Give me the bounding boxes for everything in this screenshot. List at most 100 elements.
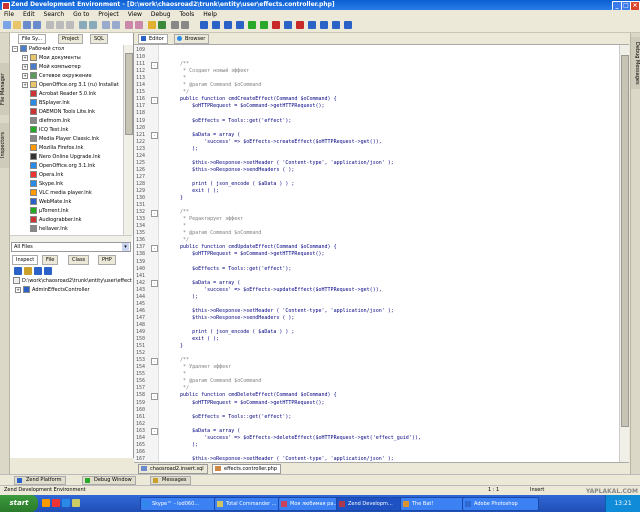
- tree-item[interactable]: VLC media player.lnk: [22, 189, 92, 197]
- debug-url-icon[interactable]: [260, 21, 268, 29]
- indent-icon[interactable]: [171, 21, 179, 29]
- code-line[interactable]: 'success' => $oEffects->deleteEffect($oH…: [168, 435, 421, 441]
- undo-icon[interactable]: [79, 21, 87, 29]
- code-line[interactable]: $this->oResponse->setHeader ( 'Content-t…: [168, 160, 394, 166]
- code-line[interactable]: $this->oResponse->setHeader ( 'Content-t…: [168, 308, 394, 314]
- code-area[interactable]: /** * Создает новый эффект * * @param Co…: [134, 45, 619, 462]
- tab-zend-platform[interactable]: Zend Platform: [14, 476, 66, 485]
- code-editor[interactable]: 109 110 111-112 113 114 115 116-117 118 119 120 12…: [134, 45, 629, 462]
- editor-vertical-scrollbar[interactable]: [619, 45, 629, 462]
- save-icon[interactable]: [23, 21, 31, 29]
- code-line[interactable]: print ( json_encode ( $aData ) ) ;: [168, 329, 294, 335]
- code-line[interactable]: * @param Command $oCommand: [168, 230, 261, 236]
- tree-item[interactable]: WebMate.lnk: [22, 198, 71, 206]
- code-line[interactable]: 'success' => $oEffects->createEffect($oH…: [168, 139, 382, 145]
- tree-item[interactable]: Opera.lnk: [22, 171, 63, 179]
- step-into-icon[interactable]: [200, 21, 208, 29]
- tree-item[interactable]: OpenOffice.org 3.1.lnk: [22, 162, 95, 170]
- code-line[interactable]: $this->oResponse->setHeader ( 'Content-t…: [168, 456, 394, 462]
- code-line[interactable]: }: [168, 195, 183, 201]
- tree-item[interactable]: Media Player Classic.lnk: [22, 135, 99, 143]
- code-line[interactable]: $oHTTPRequest = $oCommand->getHTTPReques…: [168, 103, 324, 109]
- code-line[interactable]: public function cmdCreateEffect(Command …: [168, 96, 337, 102]
- code-line[interactable]: */: [168, 89, 189, 95]
- tree-item[interactable]: + Сетевое окружение: [22, 72, 92, 80]
- taskbar-button[interactable]: Skype™ - lod060...: [140, 497, 223, 511]
- code-line[interactable]: * Удаляет эффект: [168, 364, 231, 370]
- tree-item[interactable]: DAEMON Tools Lite.lnk: [22, 108, 95, 116]
- code-line[interactable]: /**: [168, 209, 189, 215]
- code-line[interactable]: $oEffects = Tools::get('effect');: [168, 414, 291, 420]
- menu-file[interactable]: File: [4, 11, 14, 18]
- quicklaunch-desktop-icon[interactable]: [72, 499, 80, 507]
- tree-item[interactable]: + Мой компьютер: [22, 63, 81, 71]
- code-line[interactable]: exit ( );: [168, 188, 219, 194]
- expand-icon[interactable]: +: [22, 63, 28, 70]
- code-line[interactable]: * Создает новый эффект: [168, 68, 249, 74]
- taskbar-button[interactable]: Моя любимая ра...: [278, 497, 345, 511]
- code-line[interactable]: 'success' => $oEffects->updateEffect($oH…: [168, 287, 382, 293]
- code-line[interactable]: /**: [168, 61, 189, 67]
- tree-item[interactable]: − Рабочий стол: [12, 45, 64, 53]
- cut-icon[interactable]: [46, 21, 54, 29]
- watch-icon[interactable]: [320, 21, 328, 29]
- tree-item[interactable]: Mozilla Firefox.lnk: [22, 144, 83, 152]
- debug-messages-side-tab[interactable]: Debug Messages: [631, 37, 640, 89]
- tab-browser[interactable]: Browser: [174, 34, 210, 44]
- tab-inspect[interactable]: Inspect: [12, 255, 39, 265]
- taskbar-button[interactable]: Zend Developm...: [336, 497, 409, 511]
- outdent-icon[interactable]: [181, 21, 189, 29]
- code-line[interactable]: $this->oResponse->sendHeaders ( );: [168, 167, 294, 173]
- copy-icon[interactable]: [56, 21, 64, 29]
- tab-file-system[interactable]: File Sy...: [18, 34, 47, 44]
- filter-icon[interactable]: [24, 267, 32, 275]
- code-line[interactable]: $aData = array (: [168, 280, 240, 286]
- tree-item[interactable]: + OpenOffice.org 3.1 (ru) Installat: [22, 81, 119, 89]
- tree-vertical-scrollbar[interactable]: [123, 45, 133, 235]
- code-line[interactable]: public function cmdUpdateEffect(Command …: [168, 244, 337, 250]
- open-icon[interactable]: [13, 21, 21, 29]
- stack-icon[interactable]: [332, 21, 340, 29]
- file-filter-select[interactable]: All Files ▾: [11, 242, 131, 252]
- menu-edit[interactable]: Edit: [23, 11, 35, 18]
- refresh-icon[interactable]: [34, 267, 42, 275]
- file-tab-php[interactable]: effects.controller.php: [212, 464, 282, 474]
- code-line[interactable]: *: [168, 371, 186, 377]
- redo-icon[interactable]: [89, 21, 97, 29]
- menu-help[interactable]: Help: [203, 11, 217, 18]
- code-line[interactable]: *: [168, 75, 186, 81]
- tree-item[interactable]: Nero Online Upgrade.lnk: [22, 153, 101, 161]
- tree-item[interactable]: BSplayer.lnk: [22, 99, 70, 107]
- menu-tools[interactable]: Tools: [180, 11, 195, 18]
- run-icon[interactable]: [158, 21, 166, 29]
- expand-icon[interactable]: +: [22, 72, 28, 79]
- code-line[interactable]: exit ( );: [168, 336, 219, 342]
- taskbar-button[interactable]: Total Commander ...: [214, 497, 287, 511]
- code-line[interactable]: $this->oResponse->sendHeaders ( );: [168, 315, 294, 321]
- code-line[interactable]: $oHTTPRequest = $oCommand->getHTTPReques…: [168, 251, 324, 257]
- profile-icon[interactable]: [308, 21, 316, 29]
- code-line[interactable]: );: [168, 294, 198, 300]
- code-line[interactable]: $aData = array (: [168, 132, 240, 138]
- debug-run-icon[interactable]: [248, 21, 256, 29]
- tree-item[interactable]: ICQ Test.lnk: [22, 126, 68, 134]
- stop-debug-icon[interactable]: [272, 21, 280, 29]
- code-line[interactable]: $oEffects = Tools::get('effect');: [168, 118, 291, 124]
- expand-icon[interactable]: −: [12, 45, 18, 52]
- tab-messages[interactable]: Messages: [150, 476, 191, 485]
- inspectors-side-tab[interactable]: Inspectors: [0, 123, 9, 168]
- code-line[interactable]: */: [168, 385, 189, 391]
- step-out-icon[interactable]: [224, 21, 232, 29]
- code-line[interactable]: *: [168, 223, 186, 229]
- editor-scroll-thumb[interactable]: [621, 55, 629, 427]
- code-line[interactable]: print ( json_encode ( $aData ) ) ;: [168, 181, 294, 187]
- menu-debug[interactable]: Debug: [151, 11, 171, 18]
- bookmark-icon[interactable]: [125, 21, 133, 29]
- code-line[interactable]: /**: [168, 357, 189, 363]
- code-line[interactable]: );: [168, 146, 198, 152]
- expand-icon[interactable]: +: [22, 81, 28, 88]
- code-line[interactable]: public function cmdDeleteEffect(Command …: [168, 392, 337, 398]
- tree-item[interactable]: Audiograbber.lnk: [22, 216, 82, 224]
- tree-item[interactable]: Skype.lnk: [22, 180, 63, 188]
- tree-item[interactable]: hellaver.lnk: [22, 225, 68, 233]
